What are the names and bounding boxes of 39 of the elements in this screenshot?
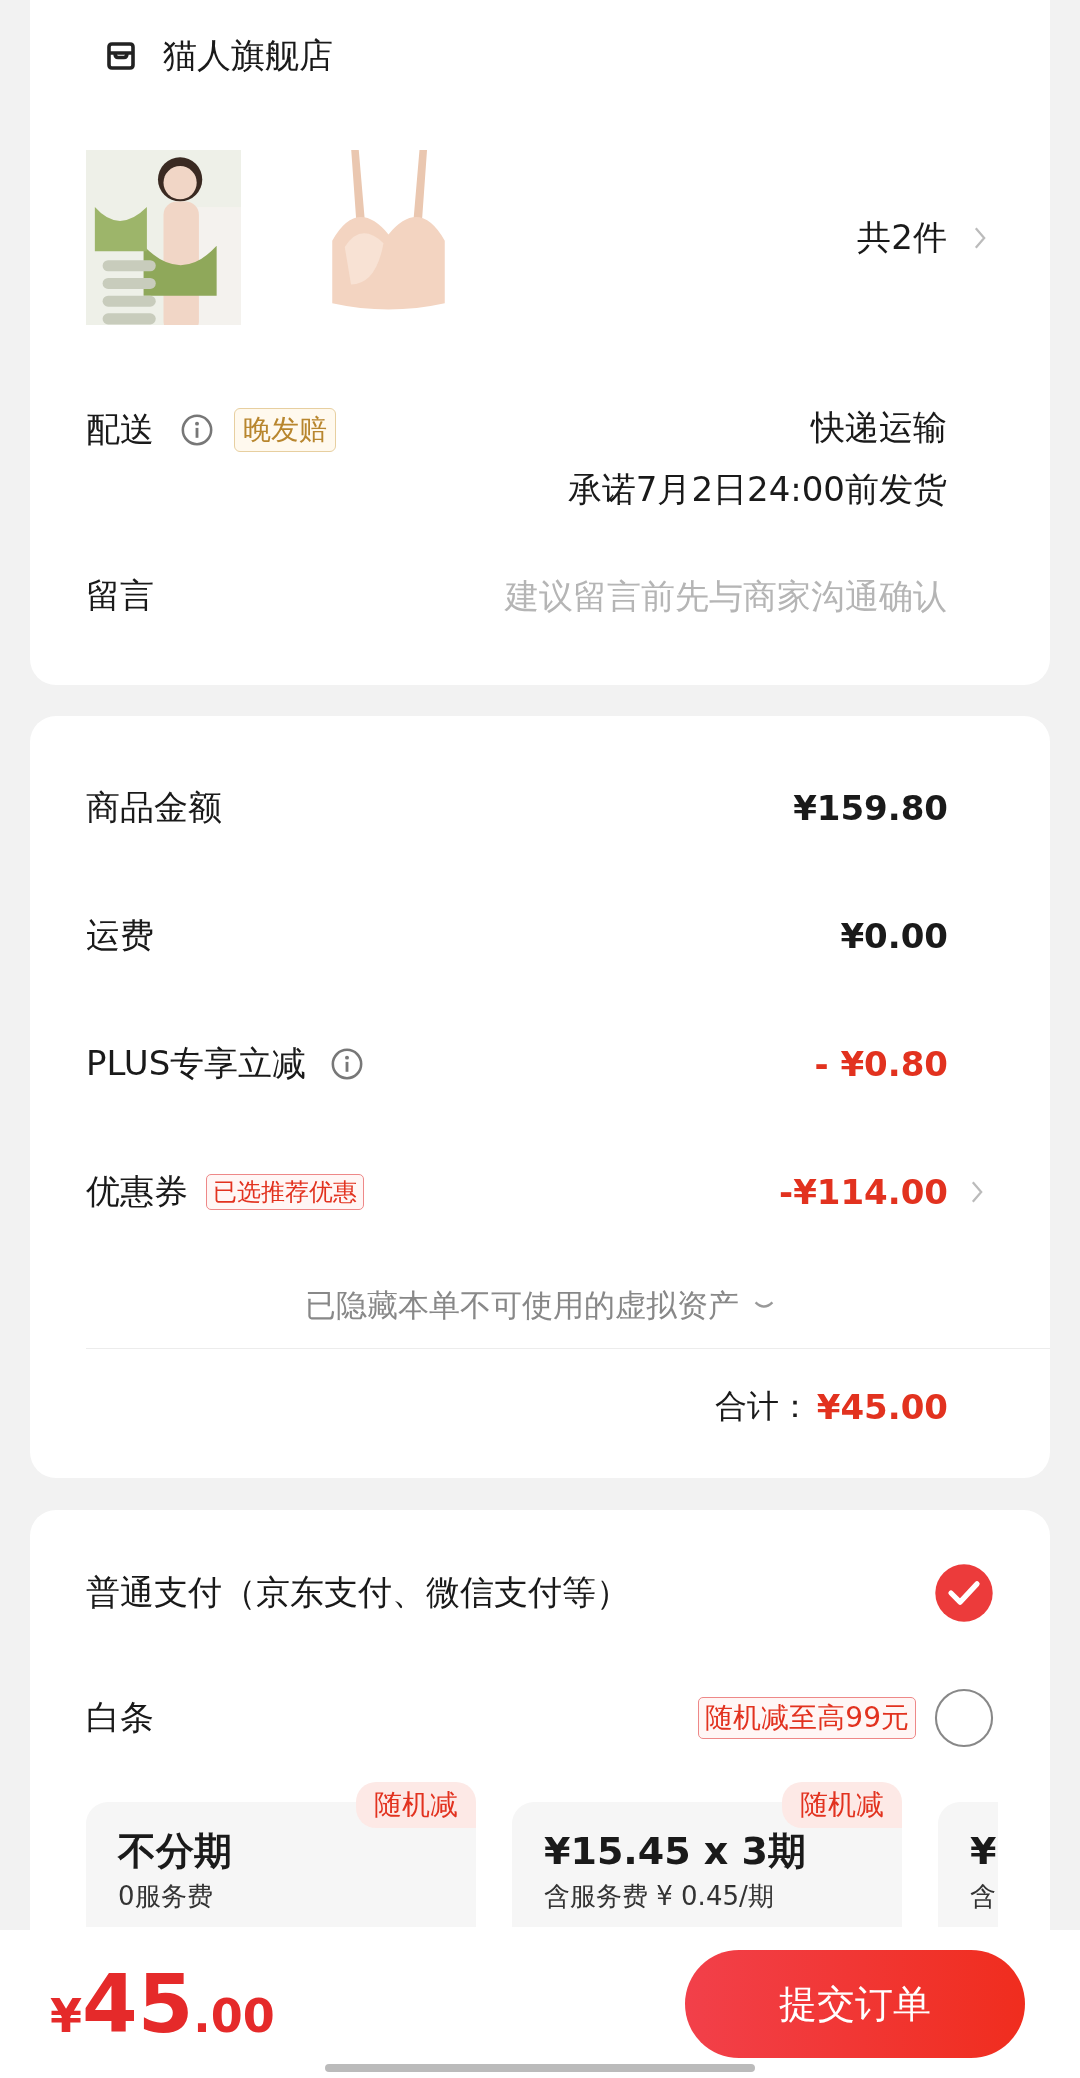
installment-fee: 含服务费 ¥ 0.45/期: [544, 1880, 775, 1912]
delivery-label: 配送: [86, 408, 154, 451]
price-value: - ¥0.80: [814, 1044, 948, 1084]
coupon-tag: 已选推荐优惠: [206, 1174, 364, 1210]
info-icon[interactable]: [180, 413, 214, 447]
item-count[interactable]: 共2件: [857, 214, 947, 261]
installment-title: ¥15.45 x 3期: [544, 1828, 808, 1874]
late-compensation-badge: 晚发赔: [234, 408, 336, 452]
submit-order-button[interactable]: 提交订单: [685, 1950, 1025, 2058]
random-discount-badge: 随机减: [782, 1782, 902, 1828]
radio-button[interactable]: [934, 1687, 994, 1748]
installment-title: 不分期: [118, 1828, 233, 1874]
total-price: ¥45.00: [50, 1957, 275, 2051]
price-label: 运费: [86, 914, 154, 957]
info-icon[interactable]: [330, 1047, 365, 1081]
installment-fee: 0服务费: [118, 1880, 214, 1912]
store-name[interactable]: 猫人旗舰店: [163, 33, 333, 79]
total-value: ¥45.00: [816, 1387, 948, 1427]
price-label: 商品金额: [86, 786, 222, 829]
payment-option[interactable]: 普通支付（京东支付、微信支付等）: [86, 1569, 630, 1616]
installment-option[interactable]: ¥ 含: [938, 1802, 998, 1927]
delivery-promise: 承诺7月2日24:00前发货: [567, 468, 947, 511]
installment-fee: 含: [970, 1880, 997, 1912]
price-label: 优惠券: [86, 1170, 188, 1213]
payment-option[interactable]: 白条: [86, 1694, 154, 1741]
message-label: 留言: [86, 574, 154, 617]
hidden-assets-toggle[interactable]: 已隐藏本单不可使用的虚拟资产: [305, 1285, 739, 1327]
message-field[interactable]: 建议留言前先与商家沟通确认: [387, 576, 947, 616]
checked-radio-icon[interactable]: [934, 1562, 994, 1623]
price-value[interactable]: -¥114.00: [779, 1172, 948, 1212]
price-value: ¥159.80: [793, 788, 948, 828]
delivery-method[interactable]: 快递运输: [811, 405, 947, 451]
installment-title: ¥: [970, 1828, 998, 1874]
total-label: 合计：: [714, 1386, 811, 1427]
chevron-right-icon[interactable]: [970, 1179, 984, 1205]
random-discount-badge: 随机减: [356, 1782, 476, 1828]
price-label: PLUS专享立减: [86, 1042, 307, 1085]
price-value: ¥0.00: [840, 916, 948, 956]
discount-tag: 随机减至高99元: [698, 1696, 916, 1739]
